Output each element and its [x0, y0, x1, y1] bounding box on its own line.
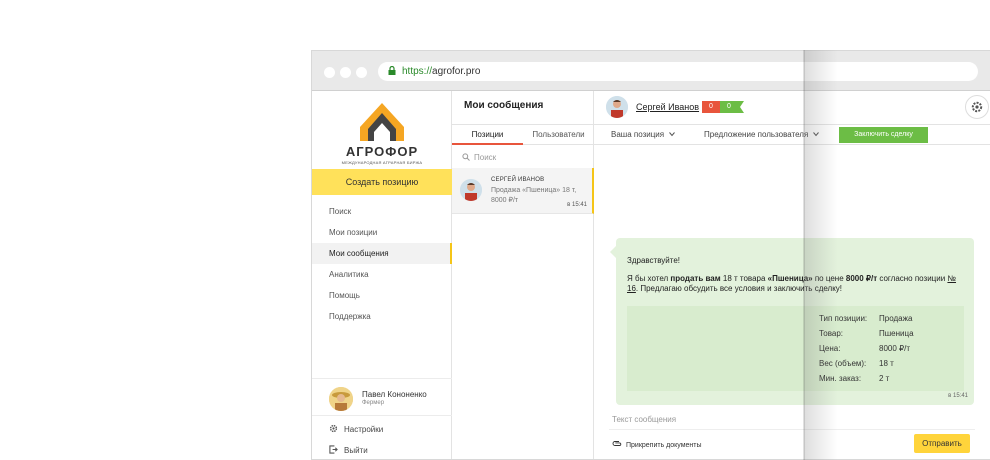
logout-link[interactable]: Выйти [329, 444, 368, 455]
rating-badge: 00 [702, 101, 744, 113]
sidebar-nav: Поиск Мои позиции Мои сообщения Аналитик… [312, 201, 452, 327]
send-button[interactable]: Отправить [914, 434, 970, 453]
address-bar[interactable]: https://agrofor.pro [378, 62, 978, 81]
make-deal-button[interactable]: Заключить сделку [839, 127, 928, 143]
settings-label: Настройки [344, 425, 384, 434]
avatar[interactable] [606, 96, 628, 118]
paperclip-icon [612, 441, 622, 446]
url-host: agrofor.pro [432, 66, 481, 77]
gear-icon [971, 101, 983, 113]
page-title: Мои сообщения [464, 100, 544, 111]
attach-documents-button[interactable]: Прикрепить документы [612, 440, 702, 449]
user-role: Фермер [362, 400, 385, 406]
logo-subtitle: МЕЖДУНАРОДНАЯ АГРАРНАЯ БИРЖА [341, 160, 423, 165]
rating-positive: 0 [720, 101, 738, 113]
sidebar-item-my-positions[interactable]: Мои позиции [312, 222, 452, 243]
your-position-dropdown[interactable]: Ваша позиция [611, 125, 675, 145]
sidebar-item-analytics[interactable]: Аналитика [312, 264, 452, 285]
chat-header: Сергей Иванов 00 [594, 91, 990, 124]
rating-negative: 0 [702, 101, 720, 113]
conversation-name: СЕРГЕЙ ИВАНОВ [491, 177, 545, 183]
user-avatar-icon [606, 96, 628, 118]
position-details: Тип позиции: Продажа Товар: Пшеница Цена: 8… [627, 306, 964, 391]
settings-link[interactable]: Настройки [329, 423, 383, 434]
sidebar-item-help[interactable]: Помощь [312, 285, 452, 306]
your-position-label: Ваша позиция [611, 130, 665, 139]
window-close-button[interactable] [324, 67, 335, 78]
logo[interactable]: АГРОФОР МЕЖДУНАРОДНАЯ АГРАРНАЯ БИРЖА [332, 99, 432, 169]
flag-tail-icon [738, 101, 744, 113]
message-input[interactable]: Текст сообщения [612, 415, 676, 424]
url-protocol: https:// [402, 66, 433, 77]
details-table: Тип позиции: Продажа Товар: Пшеница Цена: 8… [819, 311, 914, 386]
list-item[interactable]: СЕРГЕЙ ИВАНОВ Продажа «Пшеница» 18 т, 80… [452, 168, 594, 214]
search-icon [462, 153, 470, 161]
sidebar-item-support[interactable]: Поддержка [312, 306, 452, 327]
message-text: Я бы хотел продать вам 18 т товара «Пшен… [627, 274, 957, 293]
logout-icon [329, 445, 338, 454]
avatar [329, 387, 353, 411]
browser-toolbar: https://agrofor.pro [312, 51, 990, 91]
table-row: Мин. заказ: 2 т [819, 374, 890, 383]
main-sidebar: АГРОФОР МЕЖДУНАРОДНАЯ АГРАРНАЯ БИРЖА Соз… [312, 91, 452, 459]
current-user[interactable]: Павел Кононенко Фермер [312, 378, 452, 416]
message-time: в 15:41 [948, 393, 968, 399]
user-name: Павел Кононенко [362, 390, 427, 399]
browser-window: https://agrofor.pro АГРОФОР МЕЖДУНАРОДНА… [311, 50, 990, 460]
sidebar-item-search[interactable]: Поиск [312, 201, 452, 222]
farmer-avatar-icon [329, 387, 353, 411]
chat-user-name[interactable]: Сергей Иванов [636, 102, 699, 112]
chat-settings-button[interactable] [965, 95, 989, 119]
tab-positions[interactable]: Позиции [452, 125, 523, 145]
attach-label: Прикрепить документы [626, 442, 702, 449]
divider [609, 429, 975, 430]
user-avatar-icon [460, 179, 482, 201]
gear-icon [329, 424, 338, 433]
create-position-button[interactable]: Создать позицию [312, 169, 452, 195]
message-bubble: Здравствуйте! Я бы хотел продать вам 18 … [610, 238, 974, 405]
logo-name: АГРОФОР [345, 144, 419, 159]
chat-panel: Сергей Иванов 00 Ваша позиция Предложени… [594, 91, 990, 459]
logo-roof-icon [360, 103, 404, 141]
logout-label: Выйти [344, 446, 368, 455]
window-maximize-button[interactable] [356, 67, 367, 78]
lock-icon [388, 66, 396, 75]
conversation-time: в 15:41 [567, 202, 587, 208]
table-row: Вес (объем): 18 т [819, 359, 894, 368]
table-row: Цена: 8000 ₽/т [819, 344, 910, 353]
avatar [460, 179, 482, 201]
table-row: Тип позиции: Продажа [819, 314, 913, 323]
message-greeting: Здравствуйте! [627, 256, 681, 265]
search-input[interactable]: Поиск [462, 152, 496, 162]
user-offer-dropdown[interactable]: Предложение пользователя [704, 125, 820, 145]
search-placeholder: Поиск [474, 153, 497, 162]
chat-toolbar: Ваша позиция Предложение пользователя За… [594, 124, 990, 145]
chevron-down-icon [813, 132, 820, 137]
sidebar-item-my-messages[interactable]: Мои сообщения [312, 243, 452, 264]
tab-users[interactable]: Пользователи [523, 125, 594, 145]
window-minimize-button[interactable] [340, 67, 351, 78]
conversation-tabs: Позиции Пользователи [452, 124, 594, 145]
conversations-panel: Мои сообщения Позиции Пользователи Поиск… [452, 91, 594, 459]
table-row: Товар: Пшеница [819, 329, 914, 338]
chevron-down-icon [669, 132, 675, 137]
user-offer-label: Предложение пользователя [704, 130, 809, 139]
